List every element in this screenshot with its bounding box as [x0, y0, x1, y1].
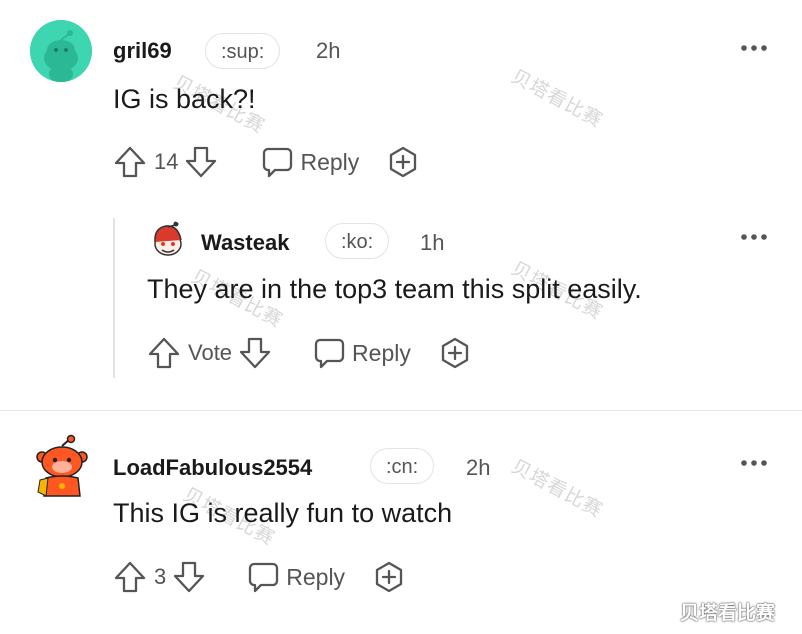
snoo-avatar-icon	[30, 20, 92, 82]
vote-count: Vote	[188, 340, 233, 365]
reply-label: Reply	[286, 563, 346, 590]
plus-circle-icon	[441, 337, 469, 369]
downvote-button[interactable]	[184, 145, 218, 179]
speech-bubble-icon	[314, 338, 345, 369]
reply-button[interactable]: Reply	[260, 145, 359, 179]
downvote-button[interactable]	[238, 336, 272, 370]
award-button[interactable]	[372, 560, 406, 594]
comment: gril69 :sup: 2h IG is back?! 14 Reply	[0, 0, 802, 200]
ellipsis-icon	[741, 45, 767, 51]
avatar[interactable]	[148, 220, 188, 260]
comment: LoadFabulous2554 :cn: 2h This IG is real…	[0, 420, 802, 620]
arrow-down-icon	[174, 561, 205, 593]
speech-bubble-icon	[249, 562, 279, 593]
comment-actions: Vote Reply	[147, 336, 472, 370]
downvote-button[interactable]	[172, 560, 206, 594]
arrow-up-icon	[148, 337, 180, 369]
award-button[interactable]	[438, 336, 472, 370]
reply-label: Reply	[352, 339, 411, 366]
reply-label: Reply	[300, 148, 360, 175]
user-flair: :ko:	[325, 223, 390, 259]
username[interactable]: gril69	[113, 38, 172, 64]
comment-body: They are in the top3 team this split eas…	[147, 274, 642, 304]
timestamp: 2h	[316, 38, 341, 63]
upvote-button[interactable]	[113, 145, 147, 179]
ellipsis-icon	[741, 234, 767, 240]
brand-watermark: 贝塔看比赛	[680, 603, 776, 624]
user-flair: :cn:	[370, 448, 435, 484]
reply-button[interactable]: Reply	[246, 560, 345, 594]
reply-button[interactable]: Reply	[312, 336, 411, 370]
arrow-down-icon	[186, 146, 217, 178]
vote-count: 14	[154, 149, 179, 174]
reply-comment: Wasteak :ko: 1h They are in the top3 tea…	[140, 210, 800, 400]
timestamp: 2h	[466, 455, 491, 480]
snoo-avatar-icon	[36, 434, 88, 497]
user-flair: :sup:	[205, 33, 281, 69]
thread-line[interactable]	[113, 218, 115, 378]
comment-divider	[0, 410, 802, 411]
more-options-button[interactable]	[740, 40, 768, 56]
comment-actions: 3 Reply	[113, 560, 406, 594]
arrow-up-icon	[114, 561, 146, 593]
comment-actions: 14 Reply	[113, 145, 420, 179]
timestamp: 1h	[420, 230, 445, 255]
speech-bubble-icon	[263, 147, 293, 178]
more-options-button[interactable]	[740, 455, 768, 471]
vote-count: 3	[154, 564, 167, 589]
avatar[interactable]	[34, 434, 90, 498]
ellipsis-icon	[741, 460, 767, 466]
award-button[interactable]	[386, 145, 420, 179]
arrow-up-icon	[114, 146, 146, 178]
plus-circle-icon	[390, 146, 417, 178]
comment-body: IG is back?!	[113, 84, 256, 114]
upvote-button[interactable]	[113, 560, 147, 594]
snoo-avatar-icon	[148, 220, 188, 260]
more-options-button[interactable]	[740, 229, 768, 245]
plus-circle-icon	[375, 561, 403, 593]
comment-body: This IG is really fun to watch	[113, 498, 453, 528]
avatar[interactable]	[30, 20, 92, 82]
username[interactable]: Wasteak	[201, 230, 289, 256]
arrow-down-icon	[239, 337, 271, 369]
username[interactable]: LoadFabulous2554	[113, 455, 312, 481]
upvote-button[interactable]	[147, 336, 181, 370]
